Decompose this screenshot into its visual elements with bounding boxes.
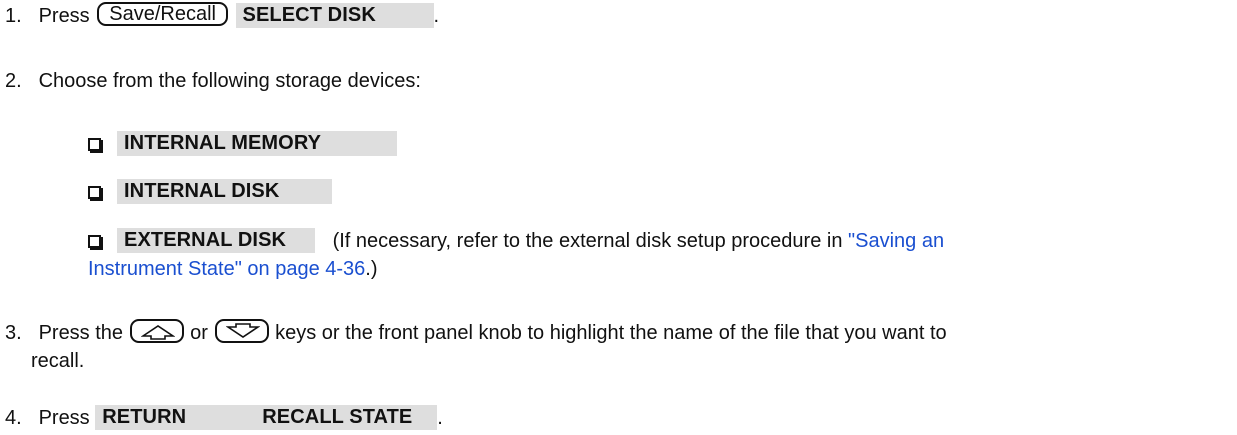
step-text: Press — [38, 5, 90, 27]
return-softkey: RETURN — [95, 405, 256, 430]
option-note: (If necessary, refer to the external dis… — [332, 230, 849, 252]
option-internal-disk: INTERNAL DISK — [88, 178, 332, 206]
step-text: recall. — [31, 350, 85, 372]
checkbox-icon — [88, 138, 101, 151]
select-disk-softkey: SELECT DISK — [235, 3, 434, 28]
option-internal-memory: INTERNAL MEMORY — [88, 130, 397, 158]
step-text: Press — [38, 407, 90, 429]
step-text: . — [437, 407, 443, 429]
checkbox-icon — [88, 186, 101, 199]
internal-memory-softkey: INTERNAL MEMORY — [117, 131, 397, 156]
saving-state-link[interactable]: "Saving an — [848, 230, 944, 252]
up-arrow-icon — [140, 325, 175, 340]
down-arrow-key — [214, 319, 269, 343]
step-text: or — [190, 322, 208, 344]
internal-disk-softkey: INTERNAL DISK — [117, 179, 332, 204]
option-note: .) — [365, 258, 378, 280]
step-3: 3. Press the or keys or the front panel … — [5, 319, 947, 347]
step-number: 4. — [5, 407, 22, 429]
step-text: . — [433, 5, 440, 27]
step-text: Press the — [38, 322, 124, 344]
step-number: 1. — [5, 5, 22, 27]
recall-state-softkey: RECALL STATE — [255, 405, 438, 430]
down-arrow-icon — [225, 323, 260, 338]
step-text: keys or the front panel knob to highligh… — [275, 322, 947, 344]
up-arrow-key — [129, 319, 184, 343]
step-3-continued: recall. — [31, 347, 84, 375]
step-text: Choose from the following storage device… — [38, 70, 421, 92]
step-number: 3. — [5, 322, 22, 344]
step-1: 1. Press Save/Recall SELECT DISK. — [5, 2, 439, 30]
step-2: 2. Choose from the following storage dev… — [5, 67, 421, 95]
checkbox-icon — [88, 235, 101, 248]
saving-state-link-continued[interactable]: Instrument State" on page 4-36 — [88, 258, 365, 280]
option-external-disk-continued: Instrument State" on page 4-36.) — [88, 255, 378, 283]
external-disk-softkey: EXTERNAL DISK — [117, 228, 315, 253]
step-number: 2. — [5, 70, 22, 92]
save-recall-hardkey: Save/Recall — [97, 2, 228, 26]
step-4: 4. Press RETURN RECALL STATE. — [5, 404, 443, 432]
procedure-document: 1. Press Save/Recall SELECT DISK. 2. Cho… — [0, 0, 1237, 435]
option-external-disk: EXTERNAL DISK (If necessary, refer to th… — [88, 227, 944, 255]
